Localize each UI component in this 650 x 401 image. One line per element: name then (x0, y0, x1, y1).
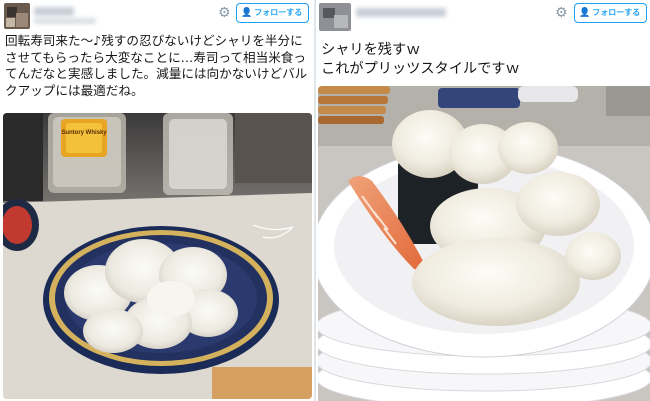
right-tweet-photo[interactable] (318, 86, 650, 401)
whisky-label-text: Suntory Whisky (61, 130, 107, 136)
right-tweet-text-line2: これがプリッツスタイルですｗ (321, 61, 520, 77)
person-plus-icon: 👤 (241, 8, 253, 18)
left-tweet-header: ⚙ 👤 フォローする (0, 0, 314, 30)
gear-icon[interactable]: ⚙ (555, 6, 569, 20)
left-tweet-text: 回転寿司来た～♪残すの忍びないけどシャリを半分にさせてもらったら大変なことに…寿… (5, 33, 308, 98)
right-follow-label: フォローする (592, 8, 641, 17)
person-plus-icon: 👤 (579, 8, 591, 18)
right-tweet-text: シャリを残すｗ これがプリッツスタイルですｗ (321, 41, 641, 79)
gear-icon[interactable]: ⚙ (218, 6, 232, 20)
left-tweet-card: ⚙ 👤 フォローする 回転寿司来た～♪残すの忍びないけどシャリを半分にさせてもら… (0, 0, 315, 401)
right-tweet-text-line1: シャリを残すｗ (321, 42, 421, 58)
left-follow-button[interactable]: 👤 フォローする (236, 3, 310, 23)
right-tweet-header: ⚙ 👤 フォローする (316, 0, 650, 31)
right-user-name-blurred[interactable] (356, 8, 446, 17)
left-user-name-blurred[interactable] (34, 7, 74, 16)
tweet-comparison: ⚙ 👤 フォローする 回転寿司来た～♪残すの忍びないけどシャリを半分にさせてもら… (0, 0, 650, 401)
right-user-avatar[interactable] (319, 3, 351, 31)
left-tweet-photo[interactable]: Suntory Whisky (3, 113, 312, 399)
left-user-avatar[interactable] (4, 3, 30, 29)
right-tweet-card: ⚙ 👤 フォローする シャリを残すｗ これがプリッツスタイルですｗ (316, 0, 650, 401)
left-user-handle-blurred (34, 18, 96, 24)
right-follow-button[interactable]: 👤 フォローする (574, 3, 648, 23)
left-follow-label: フォローする (254, 8, 303, 17)
